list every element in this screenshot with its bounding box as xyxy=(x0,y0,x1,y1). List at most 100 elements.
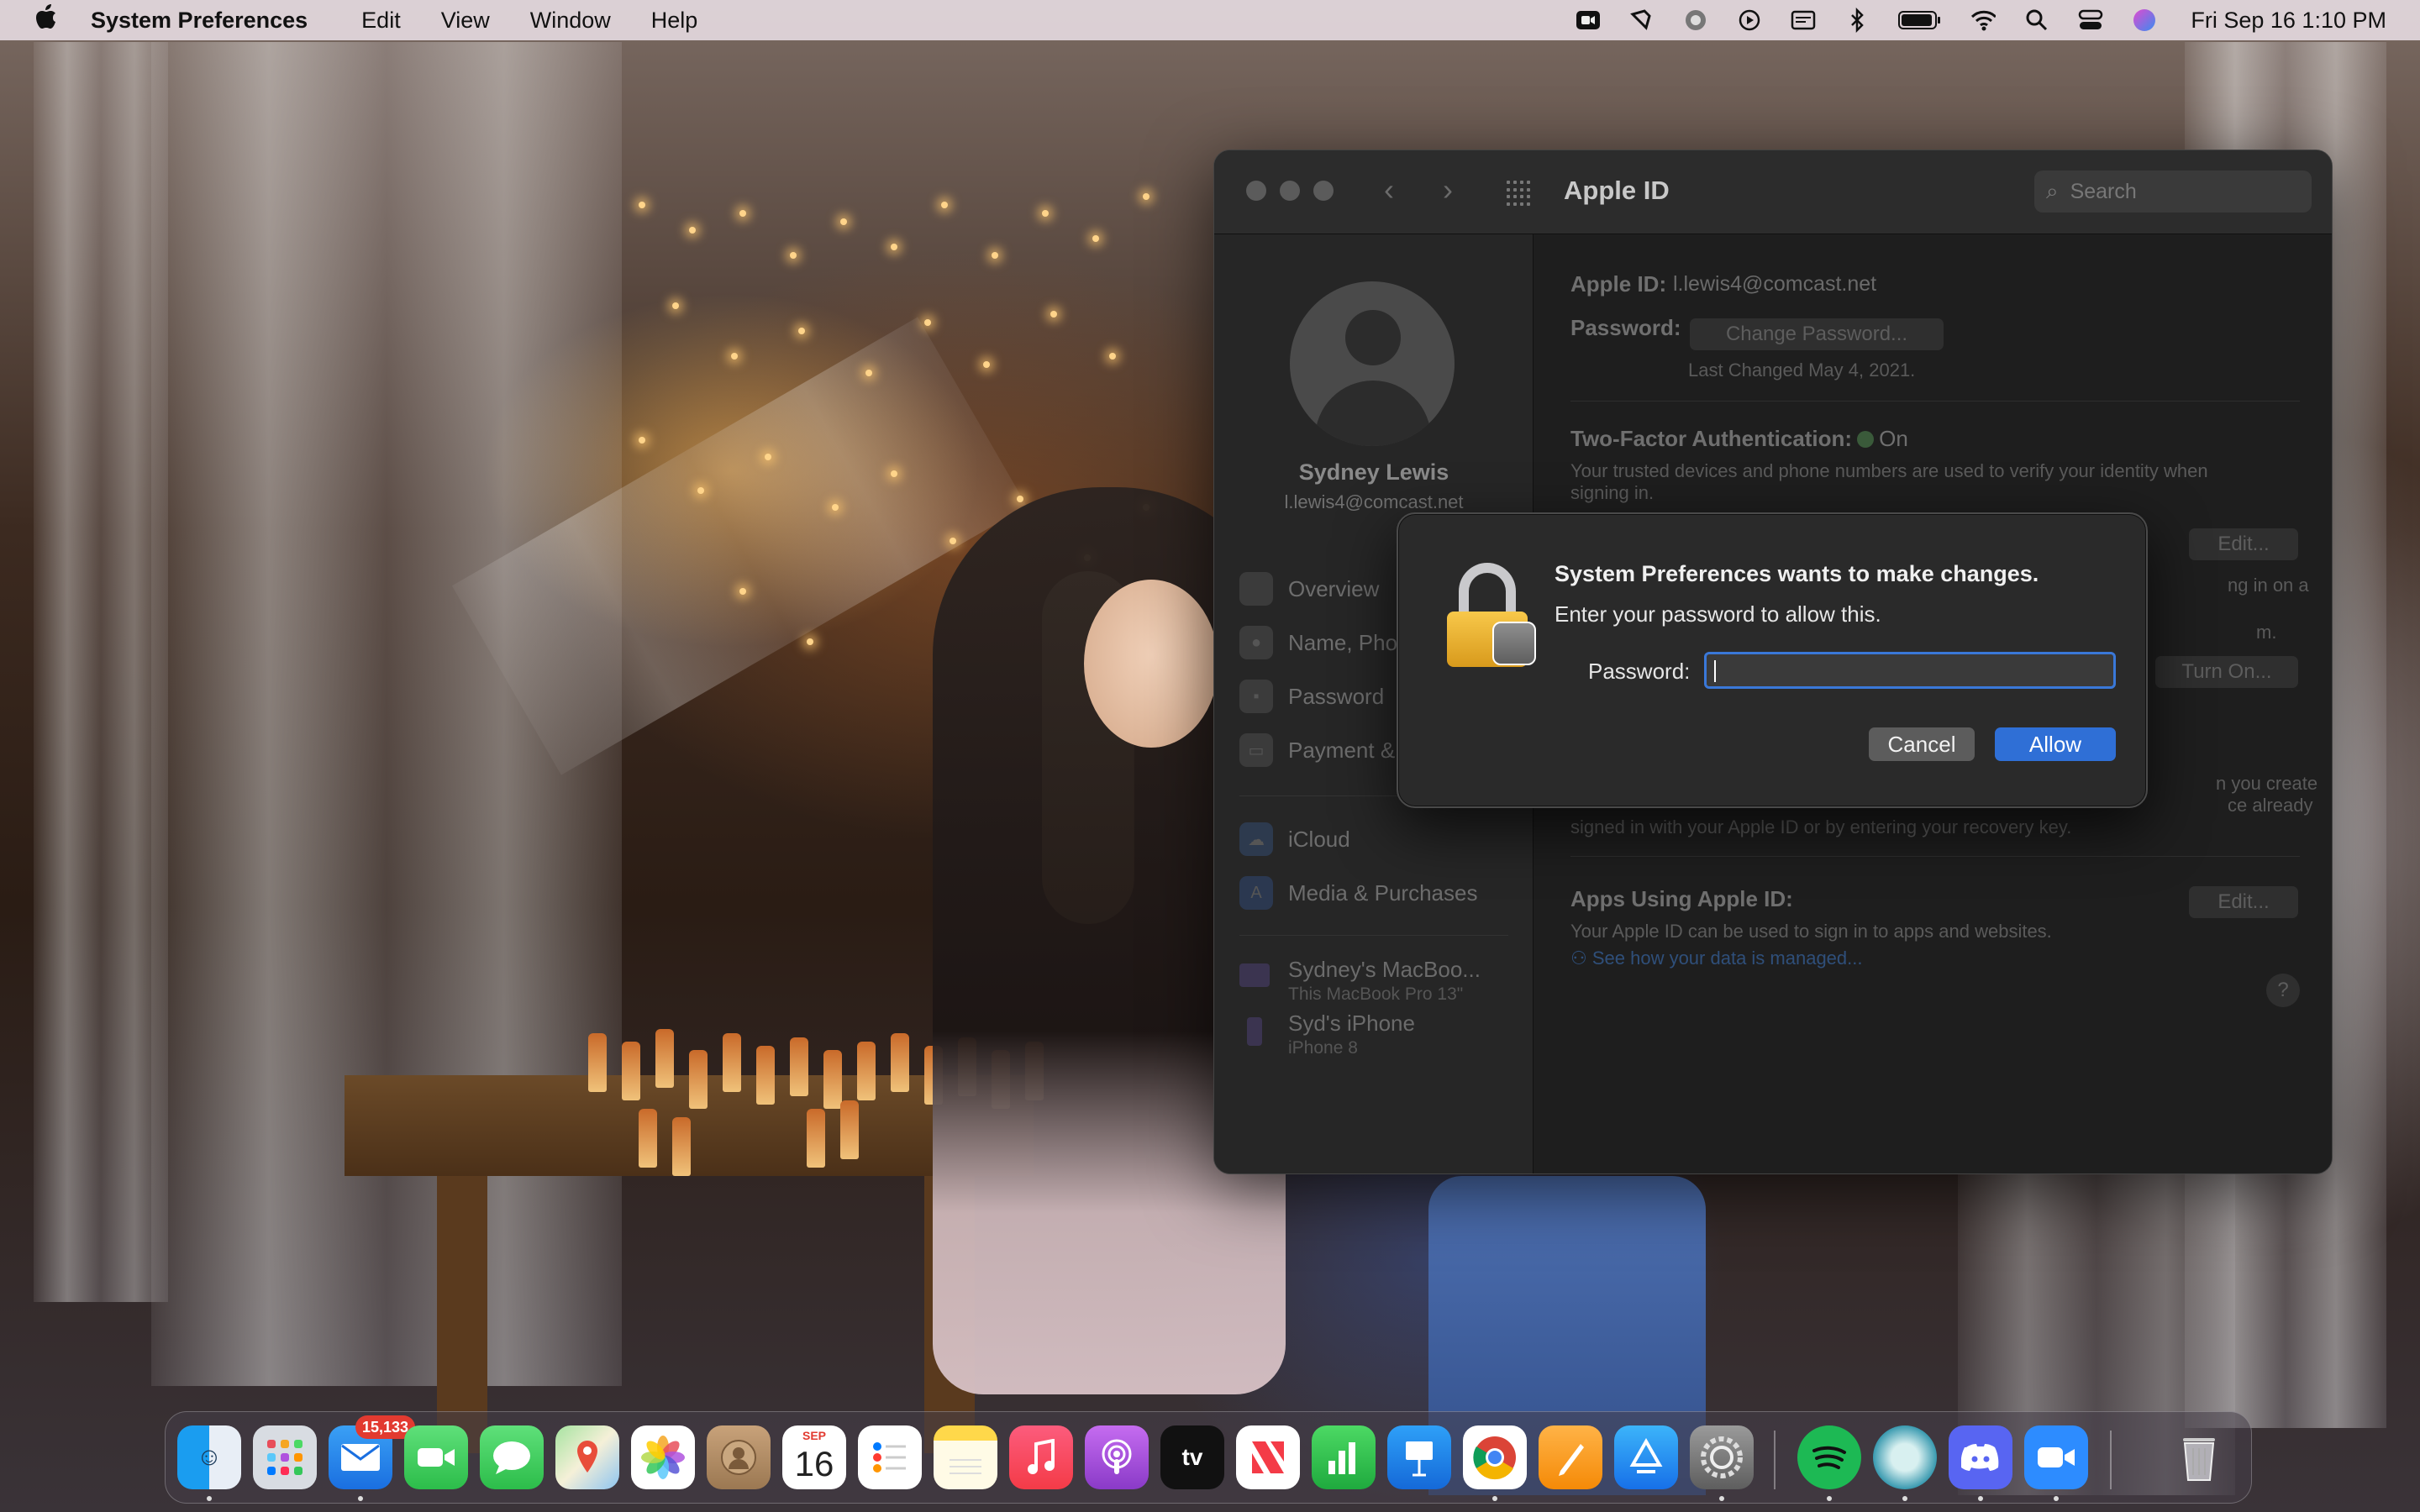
avatar[interactable] xyxy=(1290,281,1455,446)
apps-using-label: Apps Using Apple ID: xyxy=(1570,886,1793,911)
calendar-month: SEP xyxy=(802,1429,826,1442)
pages-icon[interactable] xyxy=(1539,1425,1602,1489)
recovery-partial-1: n you create xyxy=(2216,773,2318,794)
sidebar-item-password[interactable]: ▪ Password xyxy=(1239,676,1384,717)
apps-desc: Your Apple ID can be used to sign in to … xyxy=(1570,921,2052,942)
status-dot-icon xyxy=(1857,431,1875,448)
app-name-menu[interactable]: System Preferences xyxy=(91,8,308,34)
reminders-icon[interactable] xyxy=(858,1425,922,1489)
lock-icon: ▪ xyxy=(1239,680,1273,713)
sidebar-item-overview[interactable]: Overview xyxy=(1239,569,1379,609)
discord-icon[interactable] xyxy=(1949,1425,2012,1489)
chrome-icon[interactable] xyxy=(1463,1425,1527,1489)
webcatalog-icon[interactable] xyxy=(1873,1425,1937,1489)
back-arrow-icon[interactable]: ‹ xyxy=(1384,172,1394,207)
sidebar-item-media-purchases[interactable]: A Media & Purchases xyxy=(1239,873,1477,913)
menu-window[interactable]: Window xyxy=(530,8,611,34)
text-caret xyxy=(1714,660,1716,682)
creative-cloud-icon[interactable] xyxy=(1683,8,1708,33)
spotify-icon[interactable] xyxy=(1797,1425,1861,1489)
laptop-icon xyxy=(1239,963,1270,987)
close-window-button[interactable] xyxy=(1246,181,1266,201)
calendar-day: 16 xyxy=(794,1444,834,1483)
minimize-window-button[interactable] xyxy=(1280,181,1300,201)
dock: ☺ 15,133 SEP 16 tv xyxy=(165,1411,2252,1504)
data-managed-link[interactable]: ⚇ See how your data is managed... xyxy=(1570,947,1863,969)
show-all-grid-icon[interactable] xyxy=(1507,181,1532,206)
password-field-label: Password: xyxy=(1588,659,1691,684)
keynote-icon[interactable] xyxy=(1387,1425,1451,1489)
device-name: Sydney's MacBoo... xyxy=(1288,957,1481,982)
app-store-icon: A xyxy=(1239,876,1273,910)
play-icon[interactable] xyxy=(1737,8,1762,33)
edit-trusted-button[interactable]: Edit... xyxy=(2189,528,2298,560)
calendar-icon[interactable]: SEP 16 xyxy=(782,1425,846,1489)
allow-button[interactable]: Allow xyxy=(1995,727,2116,761)
zoom-window-button[interactable] xyxy=(1313,181,1334,201)
news-icon[interactable] xyxy=(1236,1425,1300,1489)
device-model: iPhone 8 xyxy=(1288,1038,1358,1058)
maps-icon[interactable] xyxy=(555,1425,619,1489)
apple-id-label: Apple ID: xyxy=(1570,271,1667,297)
card-icon: ▭ xyxy=(1239,733,1273,767)
menu-view[interactable]: View xyxy=(441,8,490,34)
calendar-ctrl-icon[interactable] xyxy=(1791,8,1816,33)
cancel-button[interactable]: Cancel xyxy=(1869,727,1975,761)
battery-icon[interactable] xyxy=(1898,8,1942,33)
photos-icon[interactable] xyxy=(631,1425,695,1489)
app-store-dock-icon[interactable] xyxy=(1614,1425,1678,1489)
two-factor-desc-line1: Your trusted devices and phone numbers a… xyxy=(1570,460,2208,481)
zoom-icon[interactable] xyxy=(2024,1425,2088,1489)
forward-arrow-icon[interactable]: › xyxy=(1443,172,1453,207)
device-macbook[interactable]: Sydney's MacBoo... This MacBook Pro 13" xyxy=(1239,957,1481,1005)
partial-desc-1: ng in on a xyxy=(2228,575,2309,596)
finder-icon[interactable]: ☺ xyxy=(177,1425,241,1489)
recovery-desc: signed in with your Apple ID or by enter… xyxy=(1570,816,2072,837)
password-label: Password: xyxy=(1570,315,1681,340)
sidebar-item-label: Payment & xyxy=(1288,737,1396,763)
siri-icon[interactable] xyxy=(2132,8,2157,33)
music-icon[interactable] xyxy=(1009,1425,1073,1489)
edit-apps-button[interactable]: Edit... xyxy=(2189,886,2298,918)
notes-icon[interactable] xyxy=(934,1425,997,1489)
bluetooth-icon[interactable] xyxy=(1844,8,1870,33)
podcasts-icon[interactable] xyxy=(1085,1425,1149,1489)
contacts-icon[interactable] xyxy=(707,1425,771,1489)
two-factor-desc-line2: signing in. xyxy=(1570,482,1655,503)
screenshot-tool-icon[interactable] xyxy=(1629,8,1655,33)
wifi-icon[interactable] xyxy=(1970,8,1996,33)
spotlight-search-icon[interactable] xyxy=(2024,8,2049,33)
messages-icon[interactable] xyxy=(480,1425,544,1489)
apple-id-value: l.lewis4@comcast.net xyxy=(1673,272,1877,296)
facetime-icon[interactable] xyxy=(404,1425,468,1489)
menu-edit[interactable]: Edit xyxy=(361,8,401,34)
sidebar-item-payment[interactable]: ▭ Payment & xyxy=(1239,730,1395,770)
system-preferences-icon[interactable] xyxy=(1690,1425,1754,1489)
sidebar-item-label: Overview xyxy=(1288,575,1380,601)
search-input[interactable]: ⌕ Search xyxy=(2034,171,2312,213)
change-password-button[interactable]: Change Password... xyxy=(1690,318,1944,350)
control-center-icon[interactable] xyxy=(2078,8,2103,33)
password-field[interactable] xyxy=(1704,652,2116,689)
window-title: Apple ID xyxy=(1564,176,1670,205)
facetime-camera-icon[interactable] xyxy=(1576,8,1601,33)
apple-tv-icon[interactable]: tv xyxy=(1160,1425,1224,1489)
trash-icon[interactable] xyxy=(2167,1425,2231,1489)
two-factor-label: Two-Factor Authentication: On xyxy=(1570,426,1908,451)
menu-help[interactable]: Help xyxy=(651,8,698,34)
sidebar-item-name-phone[interactable]: ● Name, Pho xyxy=(1239,622,1397,663)
status-area: Fri Sep 16 1:10 PM xyxy=(1576,0,2386,40)
launchpad-icon[interactable] xyxy=(253,1425,317,1489)
system-prefs-badge-icon xyxy=(1492,622,1536,665)
device-model: This MacBook Pro 13" xyxy=(1288,984,1464,1004)
numbers-icon[interactable] xyxy=(1312,1425,1376,1489)
last-changed-text: Last Changed May 4, 2021. xyxy=(1688,360,1916,381)
help-button[interactable]: ? xyxy=(2266,974,2300,1007)
turn-on-button[interactable]: Turn On... xyxy=(2155,656,2298,688)
device-iphone[interactable]: Syd's iPhone iPhone 8 xyxy=(1239,1011,1415,1058)
dialog-message: Enter your password to allow this. xyxy=(1555,601,1881,627)
apple-menu-icon[interactable] xyxy=(35,4,55,36)
sidebar-item-icloud[interactable]: ☁ iCloud xyxy=(1239,819,1350,859)
window-titlebar: ‹ › Apple ID ⌕ Search xyxy=(1214,150,2332,234)
menubar-clock[interactable]: Fri Sep 16 1:10 PM xyxy=(2191,8,2386,34)
